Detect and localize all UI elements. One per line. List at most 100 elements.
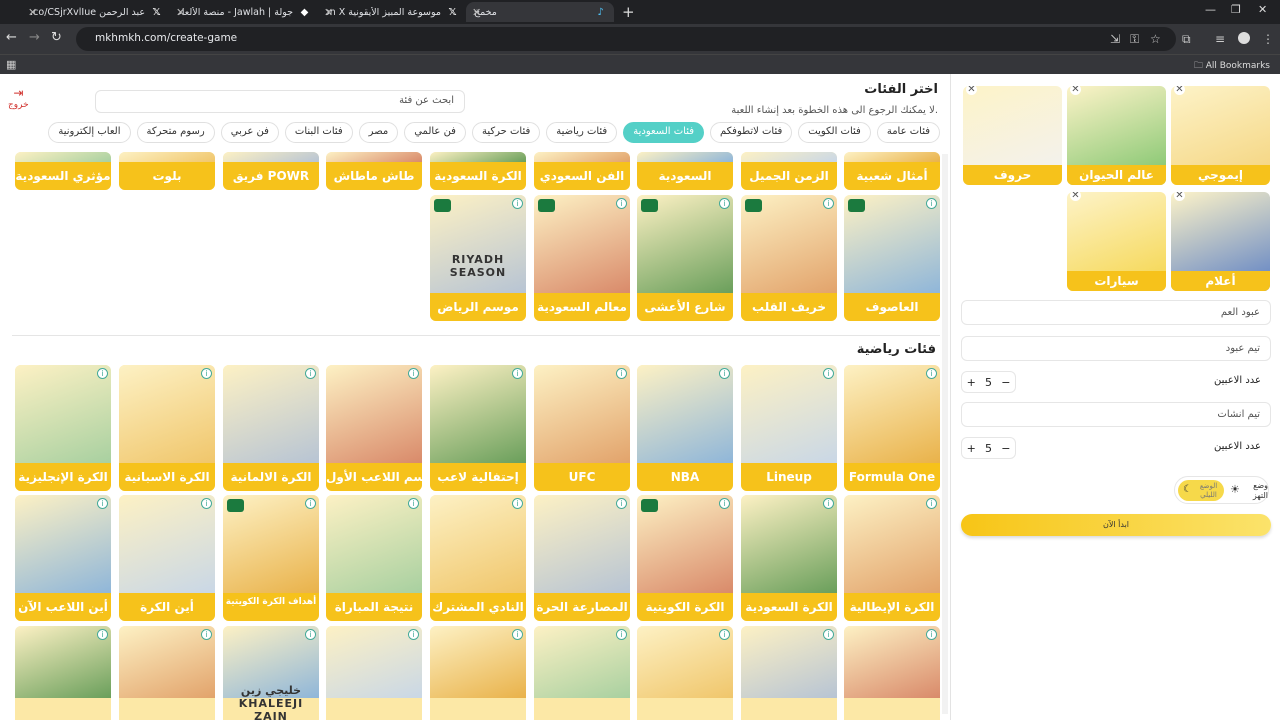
category-card[interactable]: i المصارعة الحرة xyxy=(534,495,630,621)
apps-icon[interactable]: ▦ xyxy=(6,58,16,71)
info-icon[interactable]: i xyxy=(926,198,937,209)
filter-chip[interactable]: فئات البنات xyxy=(284,122,353,143)
info-icon[interactable]: i xyxy=(823,498,834,509)
filter-chip[interactable]: فئات لاتطوفكم xyxy=(710,122,793,143)
category-card[interactable]: الزمن الجميل xyxy=(741,152,837,190)
decrement-button[interactable]: − xyxy=(1001,442,1010,455)
filter-chip[interactable]: العاب إلكترونية xyxy=(48,122,131,143)
category-card[interactable]: i xyxy=(119,626,215,720)
install-icon[interactable]: ⇲ xyxy=(1110,32,1120,46)
forward-icon[interactable]: → xyxy=(29,30,40,45)
info-icon[interactable]: i xyxy=(926,629,937,640)
close-tab-icon[interactable]: ✕ xyxy=(324,6,333,19)
category-card[interactable]: i الكرة الكويتية xyxy=(637,495,733,621)
password-icon[interactable]: ⚿ xyxy=(1130,32,1139,47)
info-icon[interactable]: i xyxy=(201,368,212,379)
minimize-icon[interactable]: — xyxy=(1205,3,1216,16)
category-card[interactable]: i xyxy=(637,626,733,720)
selected-category-card[interactable]: ✕ عالم الحيوان xyxy=(1067,86,1166,185)
sun-icon[interactable]: ☀ xyxy=(1230,483,1240,496)
category-card[interactable]: i إسم اللاعب الأول xyxy=(326,365,422,491)
info-icon[interactable]: i xyxy=(512,368,523,379)
info-icon[interactable]: i xyxy=(201,498,212,509)
category-card[interactable]: i أين اللاعب الآن xyxy=(15,495,111,621)
team1-players-stepper[interactable]: + 5 − xyxy=(961,371,1016,393)
category-card[interactable]: i إحتفالية لاعب xyxy=(430,365,526,491)
remove-category-icon[interactable]: ✕ xyxy=(966,86,977,95)
category-card[interactable]: i النادي المشترك xyxy=(430,495,526,621)
bookmark-star-icon[interactable]: ☆ xyxy=(1150,32,1161,46)
info-icon[interactable]: i xyxy=(97,368,108,379)
filter-chip[interactable]: فئات عامة xyxy=(876,122,940,143)
info-icon[interactable]: i xyxy=(719,498,730,509)
info-icon[interactable]: i xyxy=(512,198,523,209)
category-card[interactable]: بلوت xyxy=(119,152,215,190)
info-icon[interactable]: i xyxy=(616,198,627,209)
new-tab-button[interactable]: + xyxy=(622,3,635,21)
category-card[interactable]: i معالم السعودية xyxy=(534,195,630,321)
maximize-icon[interactable]: ❐ xyxy=(1231,3,1241,16)
browser-tab-1[interactable]: 𝕏 عبد الرحمن https://t.co/CSjrXvlIue ✕ xyxy=(22,2,170,22)
team2-players-stepper[interactable]: + 5 − xyxy=(961,437,1016,459)
info-icon[interactable]: i xyxy=(408,629,419,640)
info-icon[interactable]: i xyxy=(926,368,937,379)
info-icon[interactable]: i xyxy=(201,629,212,640)
info-icon[interactable]: i xyxy=(97,498,108,509)
category-card[interactable]: i نتيجة المباراة xyxy=(326,495,422,621)
info-icon[interactable]: i xyxy=(719,198,730,209)
category-card[interactable]: i xyxy=(15,626,111,720)
close-tab-icon[interactable]: ✕ xyxy=(472,6,481,19)
category-card[interactable]: i خليجي زين KHALEEJI ZAIN xyxy=(223,626,319,720)
category-card[interactable]: i xyxy=(534,626,630,720)
category-card[interactable]: i الكرة الاسبانية xyxy=(119,365,215,491)
remove-category-icon[interactable]: ✕ xyxy=(1174,192,1185,201)
selected-category-card[interactable]: ✕ إيموجي xyxy=(1171,86,1270,185)
category-card[interactable]: i الكرة السعودية xyxy=(741,495,837,621)
info-icon[interactable]: i xyxy=(408,368,419,379)
url-text[interactable]: mkhmkh.com/create-game xyxy=(95,32,237,44)
team1-player-input[interactable]: عبود العم xyxy=(961,300,1271,325)
category-card[interactable]: الكرة السعودية xyxy=(430,152,526,190)
scrollbar[interactable] xyxy=(942,154,948,714)
dark-mode-option[interactable]: ☾ الوضع الليلي xyxy=(1178,480,1224,501)
address-bar[interactable]: mkhmkh.com/create-game ⇲ ⚿ ☆ xyxy=(76,27,1176,51)
info-icon[interactable]: i xyxy=(823,629,834,640)
selected-category-card[interactable]: ✕ سيارات xyxy=(1067,192,1166,291)
info-icon[interactable]: i xyxy=(305,629,316,640)
info-icon[interactable]: i xyxy=(616,498,627,509)
close-tab-icon[interactable]: ✕ xyxy=(176,6,185,19)
filter-chip[interactable]: رسوم متحركة xyxy=(136,122,215,143)
category-card[interactable]: أمثال شعبية xyxy=(844,152,940,190)
category-card[interactable]: فريق POWR xyxy=(223,152,319,190)
remove-category-icon[interactable]: ✕ xyxy=(1070,86,1081,95)
category-card[interactable]: i xyxy=(430,626,526,720)
filter-chip[interactable]: فن عالمي xyxy=(404,122,466,143)
category-card[interactable]: i العاصوف xyxy=(844,195,940,321)
info-icon[interactable]: i xyxy=(97,629,108,640)
selected-category-card[interactable]: ✕ أعلام xyxy=(1171,192,1270,291)
filter-chip[interactable]: فن عربي xyxy=(220,122,279,143)
filter-chip[interactable]: فئات السعودية xyxy=(623,122,704,143)
increment-button[interactable]: + xyxy=(967,376,976,389)
filter-chip[interactable]: فئات رياضية xyxy=(546,122,618,143)
filter-chip[interactable]: فئات الكويت xyxy=(798,122,871,143)
category-search-input[interactable]: ابحث عن فئة xyxy=(95,90,465,113)
category-card[interactable]: مؤثري السعودية xyxy=(15,152,111,190)
category-card[interactable]: i xyxy=(326,626,422,720)
remove-category-icon[interactable]: ✕ xyxy=(1070,192,1081,201)
team2-name-input[interactable]: تيم انشات xyxy=(961,402,1271,427)
category-card[interactable]: i NBA xyxy=(637,365,733,491)
info-icon[interactable]: i xyxy=(823,368,834,379)
category-card[interactable]: i xyxy=(844,626,940,720)
reload-icon[interactable]: ↻ xyxy=(51,30,62,45)
theme-toggle[interactable]: ☾ الوضع الليلي ☀ وضع التهز xyxy=(1174,476,1269,504)
category-card[interactable]: i خريف القلب xyxy=(741,195,837,321)
category-card[interactable]: i شارع الأعشى xyxy=(637,195,733,321)
info-icon[interactable]: i xyxy=(512,629,523,640)
category-card[interactable]: i Lineup xyxy=(741,365,837,491)
close-tab-icon[interactable]: ✕ xyxy=(28,6,37,19)
info-icon[interactable]: i xyxy=(719,629,730,640)
category-card[interactable]: i xyxy=(741,626,837,720)
selected-category-card[interactable]: ✕ حروف xyxy=(963,86,1062,185)
browser-tab-4[interactable]: ♪ مخمخ ✕ xyxy=(466,2,614,22)
